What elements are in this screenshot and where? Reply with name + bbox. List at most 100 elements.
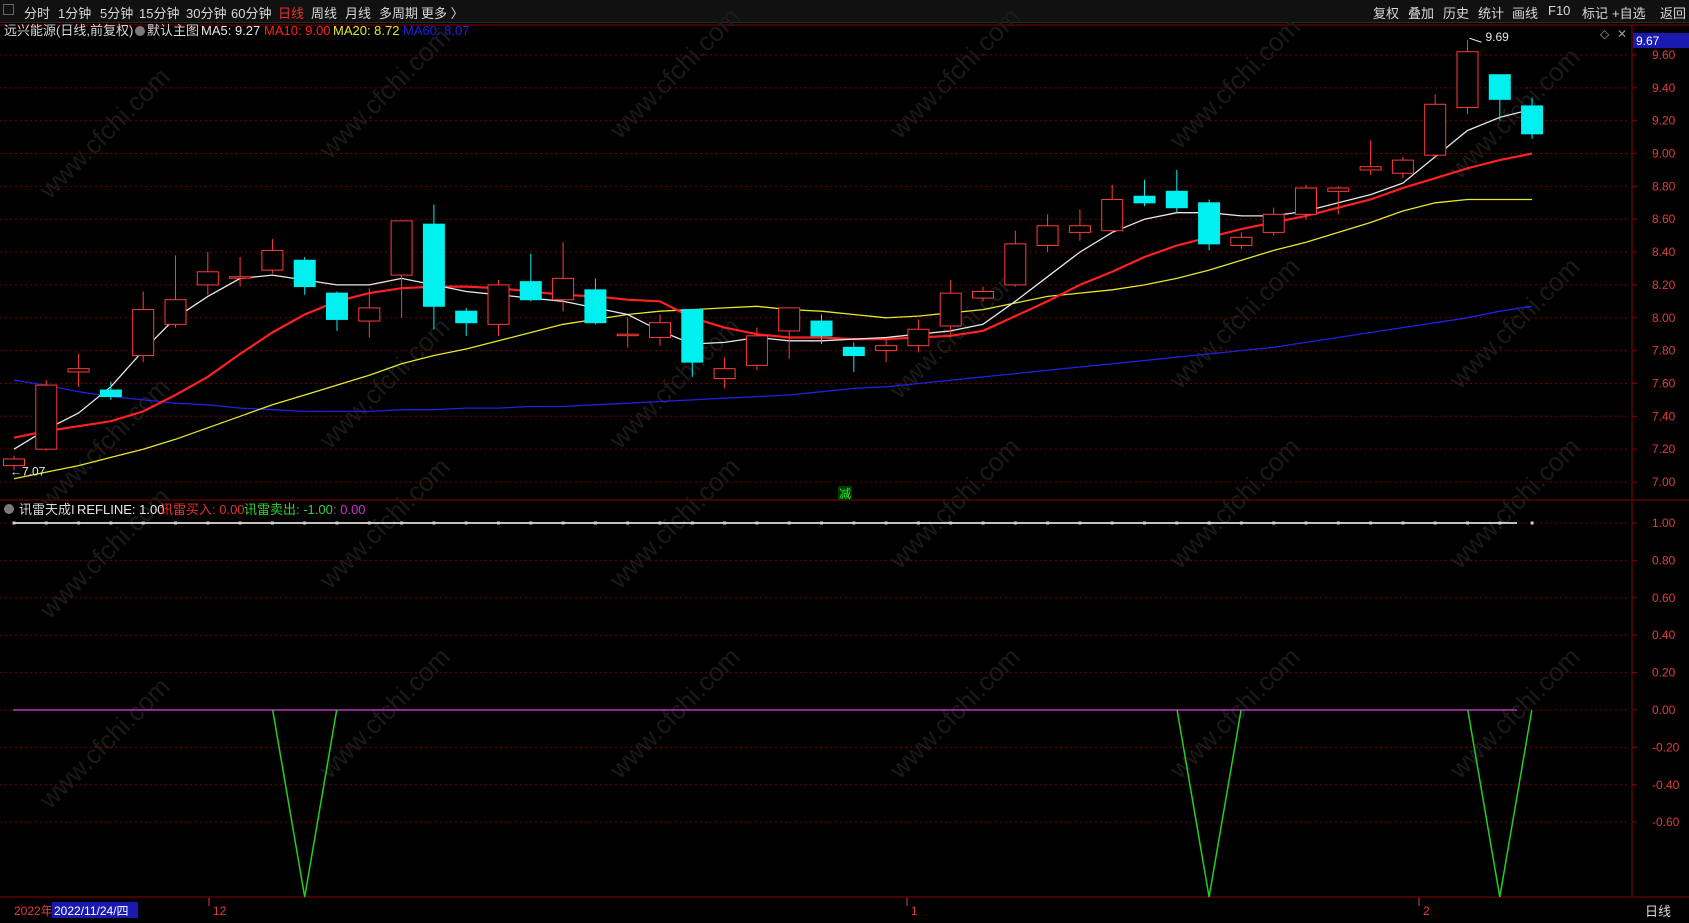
candle-body (1036, 225, 1059, 247)
indicator-tick-label: 1.00 (1652, 516, 1676, 530)
candle (1456, 40, 1479, 115)
refline-dot (303, 521, 307, 525)
candle (1165, 169, 1188, 213)
candle-body (649, 322, 671, 338)
candle (196, 252, 219, 295)
watermark-text: www.cfchi.com (32, 671, 175, 814)
candle-body (778, 307, 801, 332)
refline-dot (1336, 521, 1340, 525)
candle-body (1391, 159, 1414, 174)
extra-legend: : 0.00 (333, 502, 366, 517)
price-tick-label: 7.80 (1652, 344, 1676, 358)
refline-dot (529, 521, 533, 525)
refline-dot (1013, 521, 1017, 525)
month-label: 1 (911, 904, 918, 918)
candle-body (875, 345, 898, 352)
ma60-legend: MA60: 8.07 (403, 23, 470, 38)
indicator-tick-label: 0.60 (1652, 591, 1676, 605)
candle (293, 257, 316, 295)
candle-body (681, 309, 704, 363)
candle (1359, 140, 1382, 175)
refline-dot (1175, 521, 1179, 525)
candle-body (972, 290, 994, 299)
candle-body (1068, 225, 1091, 233)
period-indicator: 日线 (1645, 904, 1671, 919)
candle-body (1424, 103, 1447, 156)
candle-body (1004, 243, 1027, 286)
candle-body (1521, 105, 1544, 135)
watermark-text: www.cfchi.com (312, 21, 455, 164)
main-chart-settings-icon[interactable] (135, 26, 145, 36)
ma5-line (13, 108, 1533, 450)
watermark-text: www.cfchi.com (1162, 251, 1305, 394)
refline-dot (561, 521, 565, 525)
candle-body (1133, 195, 1156, 204)
candle-body (1295, 187, 1317, 215)
refline-dot (1401, 521, 1405, 525)
candle-body (616, 333, 639, 337)
diamond-icon[interactable]: ◇ (1600, 27, 1610, 41)
price-tick-label: 7.00 (1652, 475, 1676, 489)
price-tick-label: 7.20 (1652, 442, 1676, 456)
candle-body (1456, 51, 1479, 109)
candle-body (713, 368, 736, 380)
price-tick-label: 8.80 (1652, 179, 1676, 193)
refline-dot (949, 521, 953, 525)
refline-dot (1466, 521, 1469, 525)
candle-body (455, 310, 478, 324)
candle (1262, 207, 1285, 236)
refline-dot (820, 521, 823, 525)
candle (616, 317, 639, 348)
candle (649, 314, 671, 346)
refline-legend: REFLINE: 1.00 (77, 502, 164, 517)
candle-body (1488, 74, 1511, 100)
month-label: 12 (213, 904, 227, 918)
candle-body (196, 271, 219, 286)
refline-dot (981, 521, 985, 525)
candle (1424, 94, 1447, 159)
watermark-text: www.cfchi.com (602, 641, 745, 784)
refline-dot (1239, 521, 1243, 525)
candle (164, 255, 187, 328)
refline-dot (787, 521, 791, 525)
refline-dot (755, 521, 759, 525)
indicator-tick-label: 0.80 (1652, 553, 1676, 567)
refline-dot (1433, 521, 1437, 525)
price-tick-label: 8.60 (1652, 212, 1676, 226)
refline-dot (916, 521, 920, 525)
candle (842, 342, 865, 372)
candle (1133, 179, 1156, 207)
candle-body (584, 289, 607, 324)
refline-dot (270, 521, 274, 525)
watermark-text: www.cfchi.com (1162, 641, 1305, 784)
ma10-legend: MA10: 9.00 (264, 23, 331, 38)
candle-body (745, 335, 768, 366)
price-tick-label: 9.40 (1652, 81, 1676, 95)
current-price-label: 9.67 (1636, 34, 1660, 48)
candle (35, 380, 58, 451)
indicator-tick-label: 0.40 (1652, 628, 1676, 642)
price-tick-label: 8.00 (1652, 311, 1676, 325)
refline-dot (852, 521, 856, 525)
refline-dot (690, 521, 694, 525)
candle (875, 339, 898, 363)
candle-body (519, 281, 542, 301)
candle-body (1230, 236, 1253, 247)
refline-dot (367, 521, 371, 525)
candle-body (35, 384, 58, 450)
price-tick-label: 9.00 (1652, 147, 1676, 161)
candle-body (229, 276, 252, 279)
candle-body (422, 223, 445, 307)
candle (1004, 230, 1027, 287)
candle-body (358, 307, 381, 322)
refline-dot (1207, 521, 1211, 525)
refline-dot (432, 521, 436, 525)
indicator-settings-icon[interactable] (4, 504, 14, 514)
candle-body (907, 328, 930, 347)
ma60-line (13, 305, 1533, 413)
refline-dot (497, 521, 500, 525)
watermark-text: www.cfchi.com (602, 1, 745, 144)
candle-body (164, 299, 187, 325)
low-price-label: ←7.07 (10, 465, 46, 479)
close-icon[interactable]: ✕ (1617, 27, 1627, 41)
